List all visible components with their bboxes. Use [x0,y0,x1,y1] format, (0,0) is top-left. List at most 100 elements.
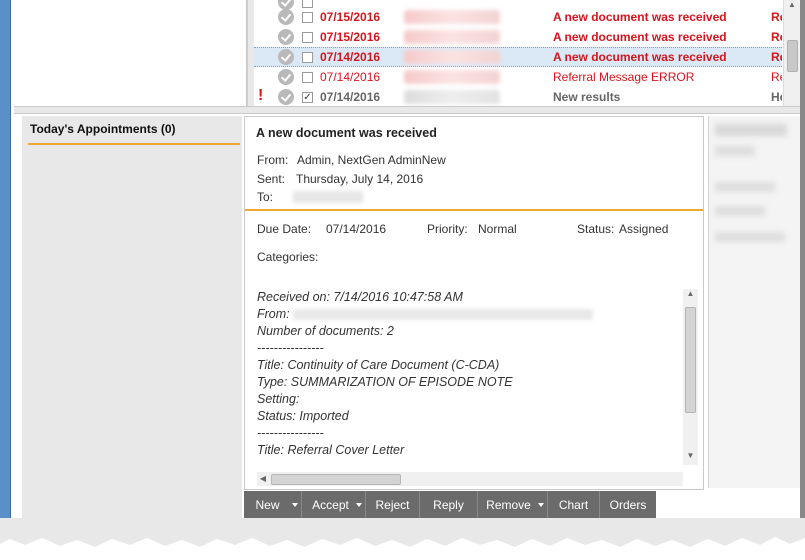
body-line: Number of documents: 2 [257,324,394,338]
accept-button[interactable]: Accept [302,491,366,518]
body-line: Title: Continuity of Care Document (C-CD… [257,358,500,372]
action-toolbar: New Accept Reject Reply Remove Chart Ord… [244,491,656,518]
scroll-thumb[interactable] [787,40,798,72]
chevron-down-icon[interactable] [356,503,362,507]
new-button[interactable]: New [244,491,302,518]
row-status: Rec [771,50,782,64]
body-line: Type: SUMMARIZATION OF EPISODE NOTE [257,375,513,389]
due-date-value: 07/14/2016 [326,222,387,236]
redacted-text [715,182,775,192]
row-subject: A new document was received [553,50,727,64]
check-circle-icon [278,29,294,45]
window-right-border [800,0,805,518]
table-row-selected[interactable]: 07/14/2016 A new document was received R… [254,47,782,67]
table-row[interactable]: 07/15/2016 A new document was received R… [254,7,782,27]
accept-label: Accept [312,497,349,512]
redacted-side-pane [708,116,801,488]
row-date: 07/15/2016 [320,30,381,44]
torn-edge-decoration [0,518,805,560]
app-window: 07/15/2016 A new document was received R… [0,0,805,560]
redacted-sender [404,70,500,84]
row-date: 07/14/2016 [320,90,381,104]
row-checkbox[interactable] [302,71,313,83]
row-date: 07/15/2016 [320,10,381,24]
body-line: Setting: [257,392,300,406]
row-checkbox[interactable] [302,31,313,43]
reply-button[interactable]: Reply [420,491,478,518]
message-subject: A new document was received [256,126,437,140]
row-status: Hel [771,90,782,104]
scroll-thumb[interactable] [271,474,401,485]
chart-label: Chart [558,497,589,512]
body-line: Title: Referral Cover Letter [257,443,405,457]
reading-pane: A new document was received From: Admin,… [244,116,704,490]
row-subject: A new document was received [553,10,727,24]
priority-value: Normal [478,222,517,236]
scroll-thumb[interactable] [685,307,696,413]
redacted-text [715,232,785,242]
status-label: Status: [577,222,615,236]
due-date-label: Due Date: [257,222,312,236]
reject-label: Reject [375,497,410,512]
priority-label: Priority: [427,222,468,236]
row-subject: A new document was received [553,30,727,44]
body-vertical-scrollbar[interactable]: ▲ ▼ [683,289,698,465]
list-scrollbar[interactable]: ▲ [783,0,800,106]
body-horizontal-scrollbar[interactable]: ◀ [257,472,683,486]
body-line: ---------------- [257,426,324,440]
check-circle-icon [278,9,294,25]
row-date: 07/14/2016 [320,50,381,64]
scroll-down-icon[interactable]: ▼ [683,451,698,465]
table-row[interactable]: ! ✓ 07/14/2016 New results Hel [254,87,782,106]
reject-button[interactable]: Reject [366,491,420,518]
redacted-sender [404,10,500,24]
appointments-pane: Today's Appointments (0) [22,116,242,518]
reply-label: Reply [433,497,464,512]
row-checkbox[interactable] [302,11,313,23]
scroll-up-icon[interactable]: ▲ [784,0,800,14]
sent-label: Sent: [257,172,286,186]
row-status: Re [771,70,782,84]
chevron-down-icon[interactable] [292,503,298,507]
body-line: Received on: 7/14/2016 10:47:58 AM [257,290,463,304]
redacted-text [715,124,787,136]
body-line: Status: Imported [257,409,349,423]
redacted-sender [404,90,500,104]
appointments-title[interactable]: Today's Appointments (0) [30,122,176,136]
redacted-text [715,146,755,156]
orders-button[interactable]: Orders [600,491,656,518]
appointments-underline [28,143,240,145]
body-from-label: From: [257,307,290,321]
body-line-from: From: [257,306,681,323]
horizontal-splitter[interactable] [14,106,800,114]
orders-label: Orders [609,497,647,512]
sent-value: Thursday, July 14, 2016 [296,172,424,186]
table-row[interactable]: 07/15/2016 A new document was received R… [254,27,782,47]
categories-label: Categories: [257,250,319,264]
row-checkbox[interactable] [302,51,313,63]
to-label: To: [257,190,274,204]
from-value: Admin, NextGen AdminNew [297,153,446,167]
chart-button[interactable]: Chart [548,491,600,518]
remove-label: Remove [486,497,531,512]
row-subject: New results [553,90,621,104]
scroll-up-icon[interactable]: ▲ [683,289,698,303]
redacted-sender [404,30,500,44]
redacted-text [715,206,765,216]
status-value: Assigned [619,222,669,236]
scroll-left-icon[interactable]: ◀ [257,472,269,486]
chevron-down-icon[interactable] [538,503,544,507]
row-checkbox-checked[interactable]: ✓ [302,91,313,103]
table-row[interactable]: 07/14/2016 Referral Message ERROR Re [254,67,782,87]
row-subject: Referral Message ERROR [553,70,695,84]
redacted-recipient [293,191,363,203]
header-divider [245,209,703,211]
row-status: Rece [771,10,782,24]
remove-button[interactable]: Remove [478,491,548,518]
redacted-sender [404,50,500,64]
check-circle-icon [278,69,294,85]
exclamation-icon: ! [258,87,264,104]
window-left-border [0,0,11,520]
message-list: 07/15/2016 A new document was received R… [254,0,782,106]
arrow-circle-icon [278,89,294,105]
